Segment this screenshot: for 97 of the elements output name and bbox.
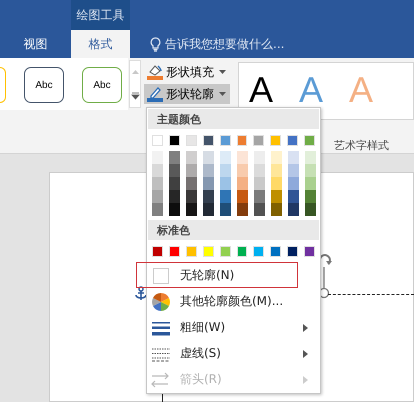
color-swatch[interactable] <box>186 177 197 190</box>
color-swatch[interactable] <box>304 246 316 257</box>
color-swatch[interactable] <box>304 135 316 146</box>
color-swatch[interactable] <box>271 190 282 203</box>
group-label: 艺术字样式 <box>334 138 390 153</box>
color-swatch[interactable] <box>305 190 316 203</box>
menu-section-header: 主题颜色 <box>148 109 319 129</box>
color-swatch[interactable] <box>288 164 299 177</box>
color-swatch[interactable] <box>288 177 299 190</box>
color-swatch[interactable] <box>220 203 231 216</box>
color-swatch[interactable] <box>237 151 248 164</box>
caret-icon <box>219 92 226 96</box>
color-swatch[interactable] <box>186 135 197 146</box>
color-swatch[interactable] <box>186 151 197 164</box>
color-swatch[interactable] <box>186 190 197 203</box>
paint-bucket-icon <box>146 63 164 81</box>
anchor-icon <box>134 286 148 302</box>
ribbon-command-button[interactable]: 形状轮廓 <box>144 84 230 104</box>
color-swatch[interactable] <box>254 177 265 190</box>
tell-me-field[interactable]: 告诉我您想要做什么... <box>165 37 365 51</box>
empty-square-icon <box>150 266 172 286</box>
color-swatch[interactable] <box>186 203 197 216</box>
color-swatch[interactable] <box>152 135 163 146</box>
color-swatch[interactable] <box>287 246 298 257</box>
ribbon-tab[interactable]: 格式 <box>71 30 130 58</box>
scroll-up-icon <box>130 68 140 77</box>
color-swatch[interactable] <box>288 190 299 203</box>
color-swatch[interactable] <box>203 177 214 190</box>
pencil-icon <box>146 85 164 103</box>
color-swatch[interactable] <box>203 190 214 203</box>
color-swatch[interactable] <box>152 203 163 216</box>
color-swatch[interactable] <box>271 164 282 177</box>
menu-item[interactable]: 虚线(S) <box>147 340 320 366</box>
color-swatch[interactable] <box>169 177 180 190</box>
color-swatch[interactable] <box>271 203 282 216</box>
color-swatch[interactable] <box>236 135 248 146</box>
color-swatch[interactable] <box>288 203 299 216</box>
color-swatch[interactable] <box>152 246 163 257</box>
color-swatch[interactable] <box>220 164 231 177</box>
color-swatch[interactable] <box>186 246 197 257</box>
color-swatch[interactable] <box>203 151 214 164</box>
lightbulb-icon <box>150 36 161 52</box>
color-swatch[interactable] <box>237 177 248 190</box>
color-swatch[interactable] <box>202 135 214 146</box>
color-swatch[interactable] <box>305 177 316 190</box>
color-swatch[interactable] <box>152 151 163 164</box>
color-swatch[interactable] <box>186 164 197 177</box>
color-swatch[interactable] <box>271 177 282 190</box>
color-swatch[interactable] <box>287 135 298 146</box>
color-swatch[interactable] <box>270 246 282 257</box>
color-swatch[interactable] <box>288 151 299 164</box>
color-swatch[interactable] <box>237 164 248 177</box>
context-tab-group: 绘图工具 <box>71 0 130 30</box>
color-swatch[interactable] <box>169 203 180 216</box>
color-swatch[interactable] <box>152 177 163 190</box>
color-swatch[interactable] <box>152 164 163 177</box>
color-swatch[interactable] <box>168 246 180 257</box>
color-swatch[interactable] <box>254 164 265 177</box>
color-wheel-icon <box>150 292 172 312</box>
menu-item[interactable]: 无轮廓(N) <box>136 262 298 288</box>
shape-style-preset[interactable]: Abc <box>24 67 64 103</box>
color-swatch[interactable] <box>254 190 265 203</box>
ribbon-command-button[interactable]: 形状填充 <box>144 62 230 82</box>
color-swatch[interactable] <box>220 135 231 146</box>
menu-section-header: 标准色 <box>148 220 319 240</box>
color-swatch[interactable] <box>220 190 231 203</box>
shape-style-preset[interactable]: Abc <box>82 67 122 103</box>
color-swatch[interactable] <box>270 135 282 146</box>
menu-item[interactable]: 其他轮廓颜色(M)... <box>147 288 320 314</box>
color-swatch[interactable] <box>271 151 282 164</box>
color-swatch[interactable] <box>305 203 316 216</box>
color-swatch[interactable] <box>254 203 265 216</box>
caret-icon <box>219 70 226 74</box>
color-swatch[interactable] <box>169 190 180 203</box>
color-swatch[interactable] <box>168 135 180 146</box>
color-swatch[interactable] <box>253 135 264 146</box>
color-swatch[interactable] <box>236 246 248 257</box>
color-swatch[interactable] <box>253 246 264 257</box>
color-swatch[interactable] <box>220 151 231 164</box>
shape-style-preset[interactable] <box>0 67 6 103</box>
menu-item[interactable]: 粗细(W) <box>147 314 320 340</box>
ribbon-tab[interactable]: 视图 <box>0 30 71 58</box>
color-swatch[interactable] <box>305 151 316 164</box>
color-swatch[interactable] <box>305 164 316 177</box>
wordart-preset[interactable]: A <box>249 71 274 109</box>
color-swatch[interactable] <box>169 151 180 164</box>
color-swatch[interactable] <box>237 190 248 203</box>
color-swatch[interactable] <box>203 164 214 177</box>
color-swatch[interactable] <box>169 164 180 177</box>
color-swatch[interactable] <box>202 246 214 257</box>
color-swatch[interactable] <box>203 203 214 216</box>
color-swatch[interactable] <box>152 190 163 203</box>
color-swatch[interactable] <box>220 177 231 190</box>
color-swatch[interactable] <box>254 151 265 164</box>
color-swatch[interactable] <box>220 246 231 257</box>
color-swatch[interactable] <box>237 203 248 216</box>
more-icon <box>130 91 140 100</box>
